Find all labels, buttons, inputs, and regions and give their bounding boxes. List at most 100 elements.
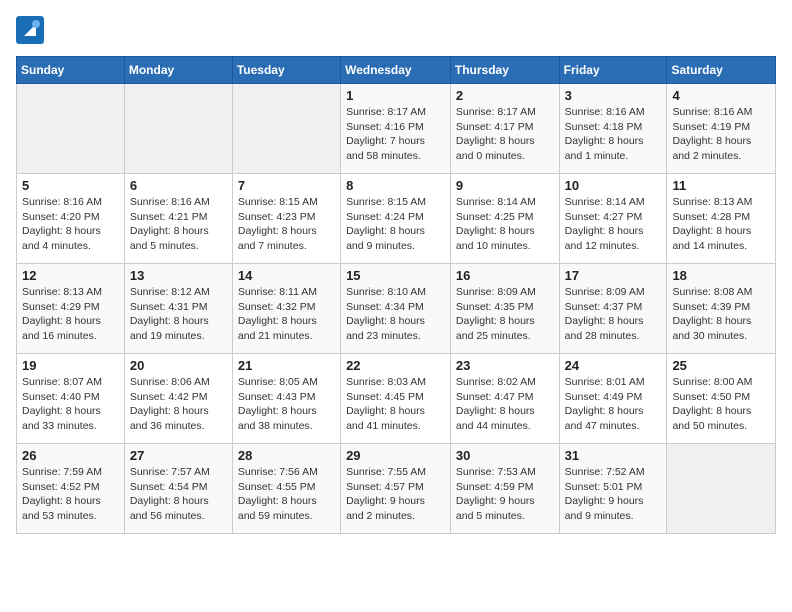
day-info: Sunrise: 7:57 AMSunset: 4:54 PMDaylight:… bbox=[130, 465, 227, 524]
day-info: Sunrise: 8:14 AMSunset: 4:25 PMDaylight:… bbox=[456, 195, 554, 254]
calendar-cell: 7 Sunrise: 8:15 AMSunset: 4:23 PMDaylight… bbox=[232, 174, 340, 264]
calendar-header: SundayMondayTuesdayWednesdayThursdayFrid… bbox=[17, 57, 776, 84]
day-info: Sunrise: 8:11 AMSunset: 4:32 PMDaylight:… bbox=[238, 285, 335, 344]
day-info: Sunrise: 8:01 AMSunset: 4:49 PMDaylight:… bbox=[565, 375, 662, 434]
calendar-cell: 19 Sunrise: 8:07 AMSunset: 4:40 PMDayligh… bbox=[17, 354, 125, 444]
calendar-cell: 2 Sunrise: 8:17 AMSunset: 4:17 PMDaylight… bbox=[450, 84, 559, 174]
calendar-cell: 21 Sunrise: 8:05 AMSunset: 4:43 PMDayligh… bbox=[232, 354, 340, 444]
day-info: Sunrise: 8:12 AMSunset: 4:31 PMDaylight:… bbox=[130, 285, 227, 344]
header-row: SundayMondayTuesdayWednesdayThursdayFrid… bbox=[17, 57, 776, 84]
calendar-cell bbox=[17, 84, 125, 174]
day-info: Sunrise: 7:53 AMSunset: 4:59 PMDaylight:… bbox=[456, 465, 554, 524]
calendar-cell: 16 Sunrise: 8:09 AMSunset: 4:35 PMDayligh… bbox=[450, 264, 559, 354]
calendar-cell: 6 Sunrise: 8:16 AMSunset: 4:21 PMDaylight… bbox=[124, 174, 232, 264]
day-number: 24 bbox=[565, 358, 662, 373]
calendar-table: SundayMondayTuesdayWednesdayThursdayFrid… bbox=[16, 56, 776, 534]
logo-icon bbox=[16, 16, 44, 44]
day-info: Sunrise: 8:14 AMSunset: 4:27 PMDaylight:… bbox=[565, 195, 662, 254]
day-number: 27 bbox=[130, 448, 227, 463]
day-info: Sunrise: 7:55 AMSunset: 4:57 PMDaylight:… bbox=[346, 465, 445, 524]
day-info: Sunrise: 8:16 AMSunset: 4:20 PMDaylight:… bbox=[22, 195, 119, 254]
day-number: 21 bbox=[238, 358, 335, 373]
day-header-thursday: Thursday bbox=[450, 57, 559, 84]
day-header-saturday: Saturday bbox=[667, 57, 776, 84]
day-info: Sunrise: 7:56 AMSunset: 4:55 PMDaylight:… bbox=[238, 465, 335, 524]
calendar-cell: 11 Sunrise: 8:13 AMSunset: 4:28 PMDayligh… bbox=[667, 174, 776, 264]
calendar-cell: 14 Sunrise: 8:11 AMSunset: 4:32 PMDayligh… bbox=[232, 264, 340, 354]
day-header-sunday: Sunday bbox=[17, 57, 125, 84]
calendar-cell: 22 Sunrise: 8:03 AMSunset: 4:45 PMDayligh… bbox=[341, 354, 451, 444]
day-info: Sunrise: 7:52 AMSunset: 5:01 PMDaylight:… bbox=[565, 465, 662, 524]
day-info: Sunrise: 8:08 AMSunset: 4:39 PMDaylight:… bbox=[672, 285, 770, 344]
day-info: Sunrise: 8:06 AMSunset: 4:42 PMDaylight:… bbox=[130, 375, 227, 434]
calendar-week-4: 26Sunrise: 7:59 AMSunset: 4:52 PMDayligh… bbox=[17, 444, 776, 534]
day-number: 22 bbox=[346, 358, 445, 373]
calendar-cell: 26Sunrise: 7:59 AMSunset: 4:52 PMDayligh… bbox=[17, 444, 125, 534]
day-info: Sunrise: 8:13 AMSunset: 4:29 PMDaylight:… bbox=[22, 285, 119, 344]
calendar-body: 1 Sunrise: 8:17 AMSunset: 4:16 PMDaylight… bbox=[17, 84, 776, 534]
calendar-cell bbox=[232, 84, 340, 174]
day-number: 9 bbox=[456, 178, 554, 193]
day-number: 25 bbox=[672, 358, 770, 373]
day-info: Sunrise: 8:03 AMSunset: 4:45 PMDaylight:… bbox=[346, 375, 445, 434]
day-info: Sunrise: 8:05 AMSunset: 4:43 PMDaylight:… bbox=[238, 375, 335, 434]
day-number: 6 bbox=[130, 178, 227, 193]
calendar-cell: 18 Sunrise: 8:08 AMSunset: 4:39 PMDayligh… bbox=[667, 264, 776, 354]
day-number: 3 bbox=[565, 88, 662, 103]
day-info: Sunrise: 8:09 AMSunset: 4:35 PMDaylight:… bbox=[456, 285, 554, 344]
day-number: 18 bbox=[672, 268, 770, 283]
day-number: 11 bbox=[672, 178, 770, 193]
day-info: Sunrise: 8:13 AMSunset: 4:28 PMDaylight:… bbox=[672, 195, 770, 254]
day-number: 5 bbox=[22, 178, 119, 193]
calendar-week-1: 5 Sunrise: 8:16 AMSunset: 4:20 PMDaylight… bbox=[17, 174, 776, 264]
calendar-cell: 3 Sunrise: 8:16 AMSunset: 4:18 PMDaylight… bbox=[559, 84, 667, 174]
day-number: 7 bbox=[238, 178, 335, 193]
day-info: Sunrise: 8:10 AMSunset: 4:34 PMDaylight:… bbox=[346, 285, 445, 344]
day-header-wednesday: Wednesday bbox=[341, 57, 451, 84]
day-header-friday: Friday bbox=[559, 57, 667, 84]
calendar-week-3: 19 Sunrise: 8:07 AMSunset: 4:40 PMDayligh… bbox=[17, 354, 776, 444]
calendar-cell: 5 Sunrise: 8:16 AMSunset: 4:20 PMDaylight… bbox=[17, 174, 125, 264]
day-number: 30 bbox=[456, 448, 554, 463]
calendar-cell: 1 Sunrise: 8:17 AMSunset: 4:16 PMDaylight… bbox=[341, 84, 451, 174]
logo bbox=[16, 16, 48, 44]
day-info: Sunrise: 8:15 AMSunset: 4:23 PMDaylight:… bbox=[238, 195, 335, 254]
day-number: 14 bbox=[238, 268, 335, 283]
calendar-cell: 20Sunrise: 8:06 AMSunset: 4:42 PMDayligh… bbox=[124, 354, 232, 444]
day-number: 31 bbox=[565, 448, 662, 463]
calendar-cell: 23 Sunrise: 8:02 AMSunset: 4:47 PMDayligh… bbox=[450, 354, 559, 444]
day-info: Sunrise: 8:16 AMSunset: 4:21 PMDaylight:… bbox=[130, 195, 227, 254]
calendar-cell: 17Sunrise: 8:09 AMSunset: 4:37 PMDayligh… bbox=[559, 264, 667, 354]
calendar-cell bbox=[124, 84, 232, 174]
calendar-cell: 15Sunrise: 8:10 AMSunset: 4:34 PMDayligh… bbox=[341, 264, 451, 354]
day-info: Sunrise: 8:15 AMSunset: 4:24 PMDaylight:… bbox=[346, 195, 445, 254]
day-info: Sunrise: 8:17 AMSunset: 4:17 PMDaylight:… bbox=[456, 105, 554, 164]
day-number: 1 bbox=[346, 88, 445, 103]
day-number: 23 bbox=[456, 358, 554, 373]
day-number: 2 bbox=[456, 88, 554, 103]
calendar-cell: 12Sunrise: 8:13 AMSunset: 4:29 PMDayligh… bbox=[17, 264, 125, 354]
day-number: 16 bbox=[456, 268, 554, 283]
calendar-cell: 4 Sunrise: 8:16 AMSunset: 4:19 PMDaylight… bbox=[667, 84, 776, 174]
page-header bbox=[16, 16, 776, 44]
calendar-cell: 31 Sunrise: 7:52 AMSunset: 5:01 PMDayligh… bbox=[559, 444, 667, 534]
day-number: 10 bbox=[565, 178, 662, 193]
calendar-cell: 28Sunrise: 7:56 AMSunset: 4:55 PMDayligh… bbox=[232, 444, 340, 534]
calendar-cell: 8Sunrise: 8:15 AMSunset: 4:24 PMDaylight… bbox=[341, 174, 451, 264]
day-number: 19 bbox=[22, 358, 119, 373]
day-info: Sunrise: 8:16 AMSunset: 4:19 PMDaylight:… bbox=[672, 105, 770, 164]
day-info: Sunrise: 8:17 AMSunset: 4:16 PMDaylight:… bbox=[346, 105, 445, 164]
calendar-week-2: 12Sunrise: 8:13 AMSunset: 4:29 PMDayligh… bbox=[17, 264, 776, 354]
calendar-cell bbox=[667, 444, 776, 534]
calendar-cell: 25 Sunrise: 8:00 AMSunset: 4:50 PMDayligh… bbox=[667, 354, 776, 444]
calendar-cell: 30 Sunrise: 7:53 AMSunset: 4:59 PMDayligh… bbox=[450, 444, 559, 534]
day-info: Sunrise: 8:09 AMSunset: 4:37 PMDaylight:… bbox=[565, 285, 662, 344]
calendar-cell: 9 Sunrise: 8:14 AMSunset: 4:25 PMDaylight… bbox=[450, 174, 559, 264]
day-info: Sunrise: 8:07 AMSunset: 4:40 PMDaylight:… bbox=[22, 375, 119, 434]
calendar-cell: 29Sunrise: 7:55 AMSunset: 4:57 PMDayligh… bbox=[341, 444, 451, 534]
day-info: Sunrise: 8:00 AMSunset: 4:50 PMDaylight:… bbox=[672, 375, 770, 434]
day-number: 4 bbox=[672, 88, 770, 103]
day-info: Sunrise: 8:16 AMSunset: 4:18 PMDaylight:… bbox=[565, 105, 662, 164]
day-info: Sunrise: 8:02 AMSunset: 4:47 PMDaylight:… bbox=[456, 375, 554, 434]
calendar-cell: 13Sunrise: 8:12 AMSunset: 4:31 PMDayligh… bbox=[124, 264, 232, 354]
